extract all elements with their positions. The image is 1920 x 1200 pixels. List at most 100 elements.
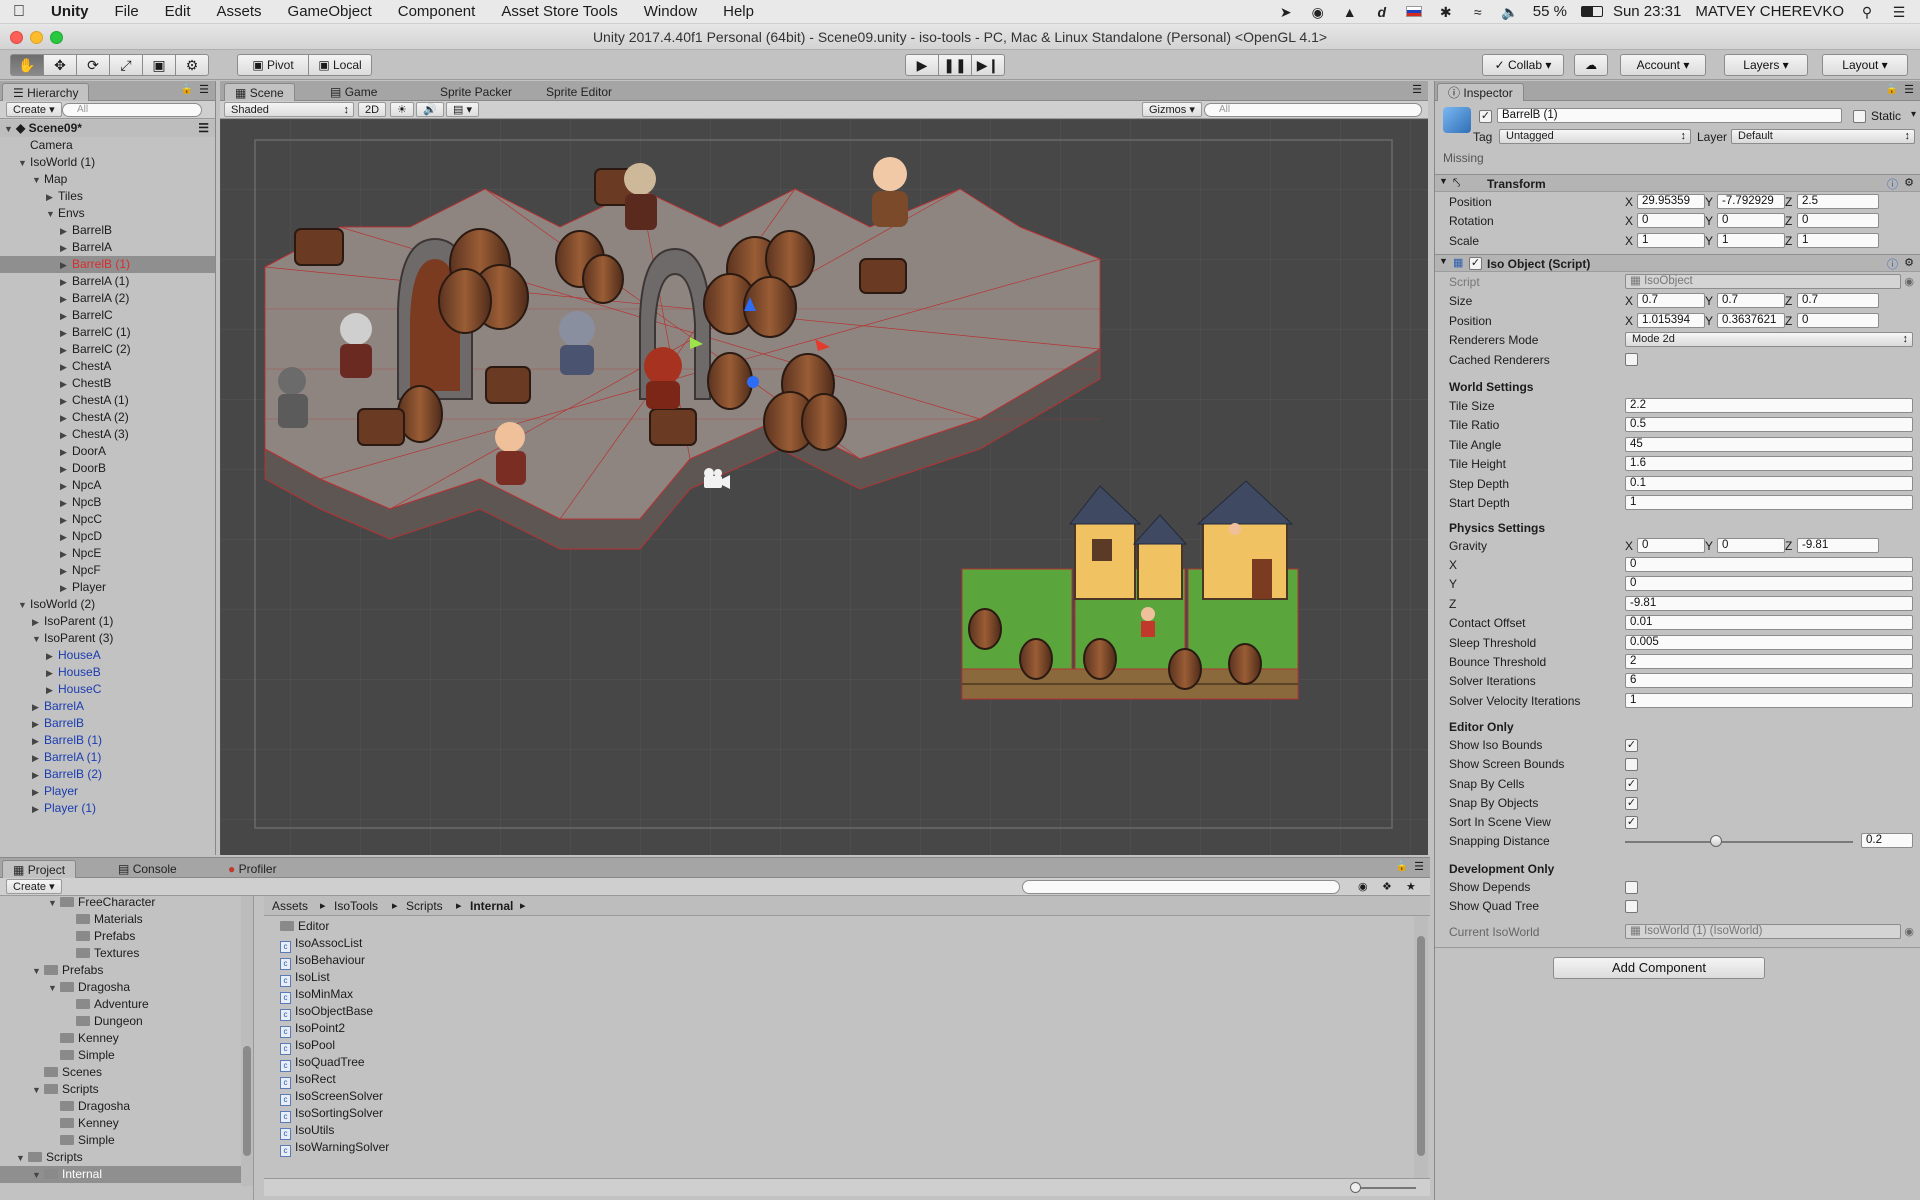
expand-arrow-icon[interactable]: ▶ [32,614,44,631]
project-tree-row[interactable]: ▼ FreeCharacter [0,896,242,911]
project-file-item[interactable]: c IsoPool [280,1037,335,1055]
app-menu[interactable]: Unity [38,3,102,20]
expand-arrow-icon[interactable]: ▶ [60,580,72,597]
spotlight-search-icon[interactable]: ⚲ [1858,4,1876,20]
transform-fold-icon[interactable]: ▼ [1439,176,1448,186]
send-icon[interactable]: ➤ [1277,4,1295,20]
user-name[interactable]: MATVEY CHEREVKO [1695,3,1844,20]
expand-arrow-icon[interactable]: ▶ [46,665,58,682]
isoobject-fold-icon[interactable]: ▼ [1439,256,1448,266]
tree-scrollbar[interactable] [241,896,253,1186]
cone-icon[interactable]: ▲ [1341,4,1359,20]
expand-arrow-icon[interactable]: ▶ [60,223,72,240]
rotate-tool-icon[interactable]: ⟳ [76,54,110,76]
project-tree-row[interactable]: Textures [0,945,242,962]
play-button[interactable]: ▶ [905,54,939,76]
wifi-icon[interactable]: ≈ [1469,4,1487,20]
active-checkbox[interactable]: ✓ [1479,110,1492,123]
isoobject-enabled-checkbox[interactable]: ✓ [1469,257,1482,270]
expand-arrow-icon[interactable]: ▶ [60,444,72,461]
hierarchy-row[interactable]: ▶ ChestB [0,375,215,392]
project-tree-row[interactable]: ▼ Scripts [0,1081,242,1098]
project-file-item[interactable]: c IsoObjectBase [280,1003,373,1021]
menu-edit[interactable]: Edit [152,3,204,20]
hierarchy-row[interactable]: ▶ DoorA [0,443,215,460]
filter-by-label-icon[interactable]: ❖ [1382,880,1392,893]
transform-tool-icon[interactable]: ⚙ [175,54,209,76]
project-file-item[interactable]: c IsoRect [280,1071,336,1089]
expand-arrow-icon[interactable]: ▶ [60,274,72,291]
expand-arrow-icon[interactable]: ▶ [60,393,72,410]
hierarchy-row[interactable]: ▶ BarrelB (1) [0,256,215,273]
project-tree-row[interactable]: ▼ Scripts [0,1149,242,1166]
tree-scrollbar-thumb[interactable] [243,1046,251,1156]
physics-setting-field[interactable]: 0.005 [1625,634,1913,650]
expand-arrow-icon[interactable]: ▶ [32,699,44,716]
hierarchy-row[interactable]: ▶ IsoParent (1) [0,613,215,630]
project-tree-row[interactable]: Scenes [0,1064,242,1081]
menu-file[interactable]: File [102,3,152,20]
project-file-item[interactable]: Editor [280,918,329,935]
lighting-toggle-icon[interactable]: ☀ [390,102,414,117]
local-button[interactable]: ▣ Local [308,54,372,76]
project-file-item[interactable]: c IsoUtils [280,1122,334,1140]
hierarchy-create-button[interactable]: Create ▾ [6,102,62,117]
project-search-input[interactable] [1022,880,1340,894]
lock-icon[interactable]: 🔒 [181,84,193,95]
physics-setting-field[interactable]: 6 [1625,673,1913,689]
editor-only-checkbox[interactable]: ✓ [1625,796,1638,810]
menu-asset-store-tools[interactable]: Asset Store Tools [488,3,630,20]
iso-size-z-field[interactable]: 0.7 [1797,293,1879,308]
expand-arrow-icon[interactable]: ▼ [32,1167,44,1184]
expand-arrow-icon[interactable]: ▶ [60,308,72,325]
transform-position-z-field[interactable]: 2.5 [1797,194,1879,209]
clock[interactable]: Sun 23:31 [1613,3,1681,20]
hierarchy-row[interactable]: ▶ BarrelC (2) [0,341,215,358]
project-file-item[interactable]: c IsoSortingSolver [280,1105,383,1123]
transform-position-y-field[interactable]: -7.792929 [1717,194,1785,209]
snapping-distance-field[interactable]: 0.2 [1861,833,1913,848]
hierarchy-row[interactable]: ▶ HouseB [0,664,215,681]
menu-help[interactable]: Help [710,3,767,20]
tab-sprite-packer[interactable]: Sprite Packer [430,83,522,101]
expand-arrow-icon[interactable]: ▶ [60,563,72,580]
renderers-mode-dropdown[interactable]: Mode 2d ↕ [1625,332,1913,347]
expand-arrow-icon[interactable]: ▼ [32,1082,44,1099]
expand-arrow-icon[interactable]: ▶ [46,189,58,206]
scene-menu-icon[interactable]: ☰ [198,120,209,137]
project-tree-row[interactable]: Simple [0,1047,242,1064]
tab-profiler[interactable]: ● Profiler [218,860,287,878]
project-tree-row[interactable]: Dragosha [0,1098,242,1115]
transform-rotation-x-field[interactable]: 0 [1637,213,1705,228]
tab-project[interactable]: ▦ Project [2,860,77,878]
volume-icon[interactable]: 🔈 [1501,4,1519,20]
move-tool-icon[interactable]: ✥ [43,54,77,76]
project-file-item[interactable]: c IsoScreenSolver [280,1088,383,1106]
pivot-button[interactable]: ▣ Pivot [237,54,309,76]
hierarchy-row[interactable]: ▶ BarrelA [0,698,215,715]
physics-setting-field[interactable]: -9.81 [1625,595,1913,611]
project-file-item[interactable]: c IsoWarningSolver [280,1139,389,1157]
project-file-item[interactable]: c IsoBehaviour [280,952,365,970]
compass-icon[interactable]: ◉ [1309,4,1327,20]
menu-gameobject[interactable]: GameObject [275,3,385,20]
inspector-menu-icon[interactable]: ☰ [1904,83,1914,96]
editor-only-checkbox[interactable]: ✓ [1625,816,1638,830]
add-component-button[interactable]: Add Component [1553,957,1765,979]
physics-setting-field[interactable]: 2 [1625,654,1913,669]
hierarchy-row[interactable]: ▶ BarrelA (1) [0,749,215,766]
iso-size-y-field[interactable]: 0.7 [1717,293,1785,308]
project-tree-row[interactable]: Simple [0,1132,242,1149]
apple-icon[interactable]:  [0,3,38,21]
expand-arrow-icon[interactable]: ▶ [60,529,72,546]
project-tree-row[interactable]: ▼ Dragosha [0,979,242,996]
tag-dropdown[interactable]: Untagged ↕ [1499,129,1691,144]
expand-arrow-icon[interactable]: ▶ [32,801,44,818]
editor-only-checkbox[interactable]: ✓ [1625,739,1638,752]
hierarchy-row[interactable]: ▶ NpcC [0,511,215,528]
d-app-icon[interactable]: d [1373,4,1391,20]
isoobject-help-icon[interactable]: ⓘ [1887,256,1898,272]
expand-arrow-icon[interactable]: ▶ [32,733,44,750]
hierarchy-row[interactable]: ▶ ChestA (3) [0,426,215,443]
scene-search-input[interactable]: All [1204,103,1422,117]
